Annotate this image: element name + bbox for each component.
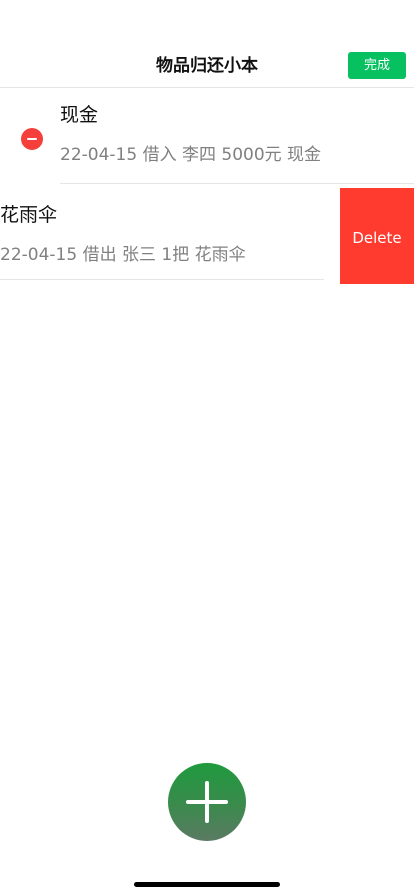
item-detail: 22-04-15 借入 李四 5000元 现金 [60, 145, 322, 165]
done-button[interactable]: 完成 [348, 52, 406, 79]
minus-circle-icon[interactable] [21, 128, 43, 150]
screen: 物品归还小本 完成 现金 22-04-15 借入 李四 5000元 现金 花雨伞… [0, 0, 414, 896]
list-item-content: 花雨伞 22-04-15 借出 张三 1把 花雨伞 [0, 188, 354, 284]
list-item-content: 现金 22-04-15 借入 李四 5000元 现金 [0, 88, 414, 184]
item-title: 现金 [60, 104, 99, 126]
delete-button[interactable]: Delete [340, 188, 414, 284]
navigation-bar: 物品归还小本 完成 [0, 44, 414, 88]
add-button[interactable] [168, 763, 246, 841]
row-divider [0, 279, 324, 280]
home-indicator[interactable] [134, 882, 280, 887]
item-detail: 22-04-15 借出 张三 1把 花雨伞 [0, 245, 246, 265]
list-item[interactable]: 现金 22-04-15 借入 李四 5000元 现金 [0, 88, 414, 184]
list-item[interactable]: 花雨伞 22-04-15 借出 张三 1把 花雨伞 Delete [0, 188, 414, 284]
item-title: 花雨伞 [0, 204, 58, 226]
plus-icon [168, 763, 246, 841]
row-divider [60, 183, 414, 184]
